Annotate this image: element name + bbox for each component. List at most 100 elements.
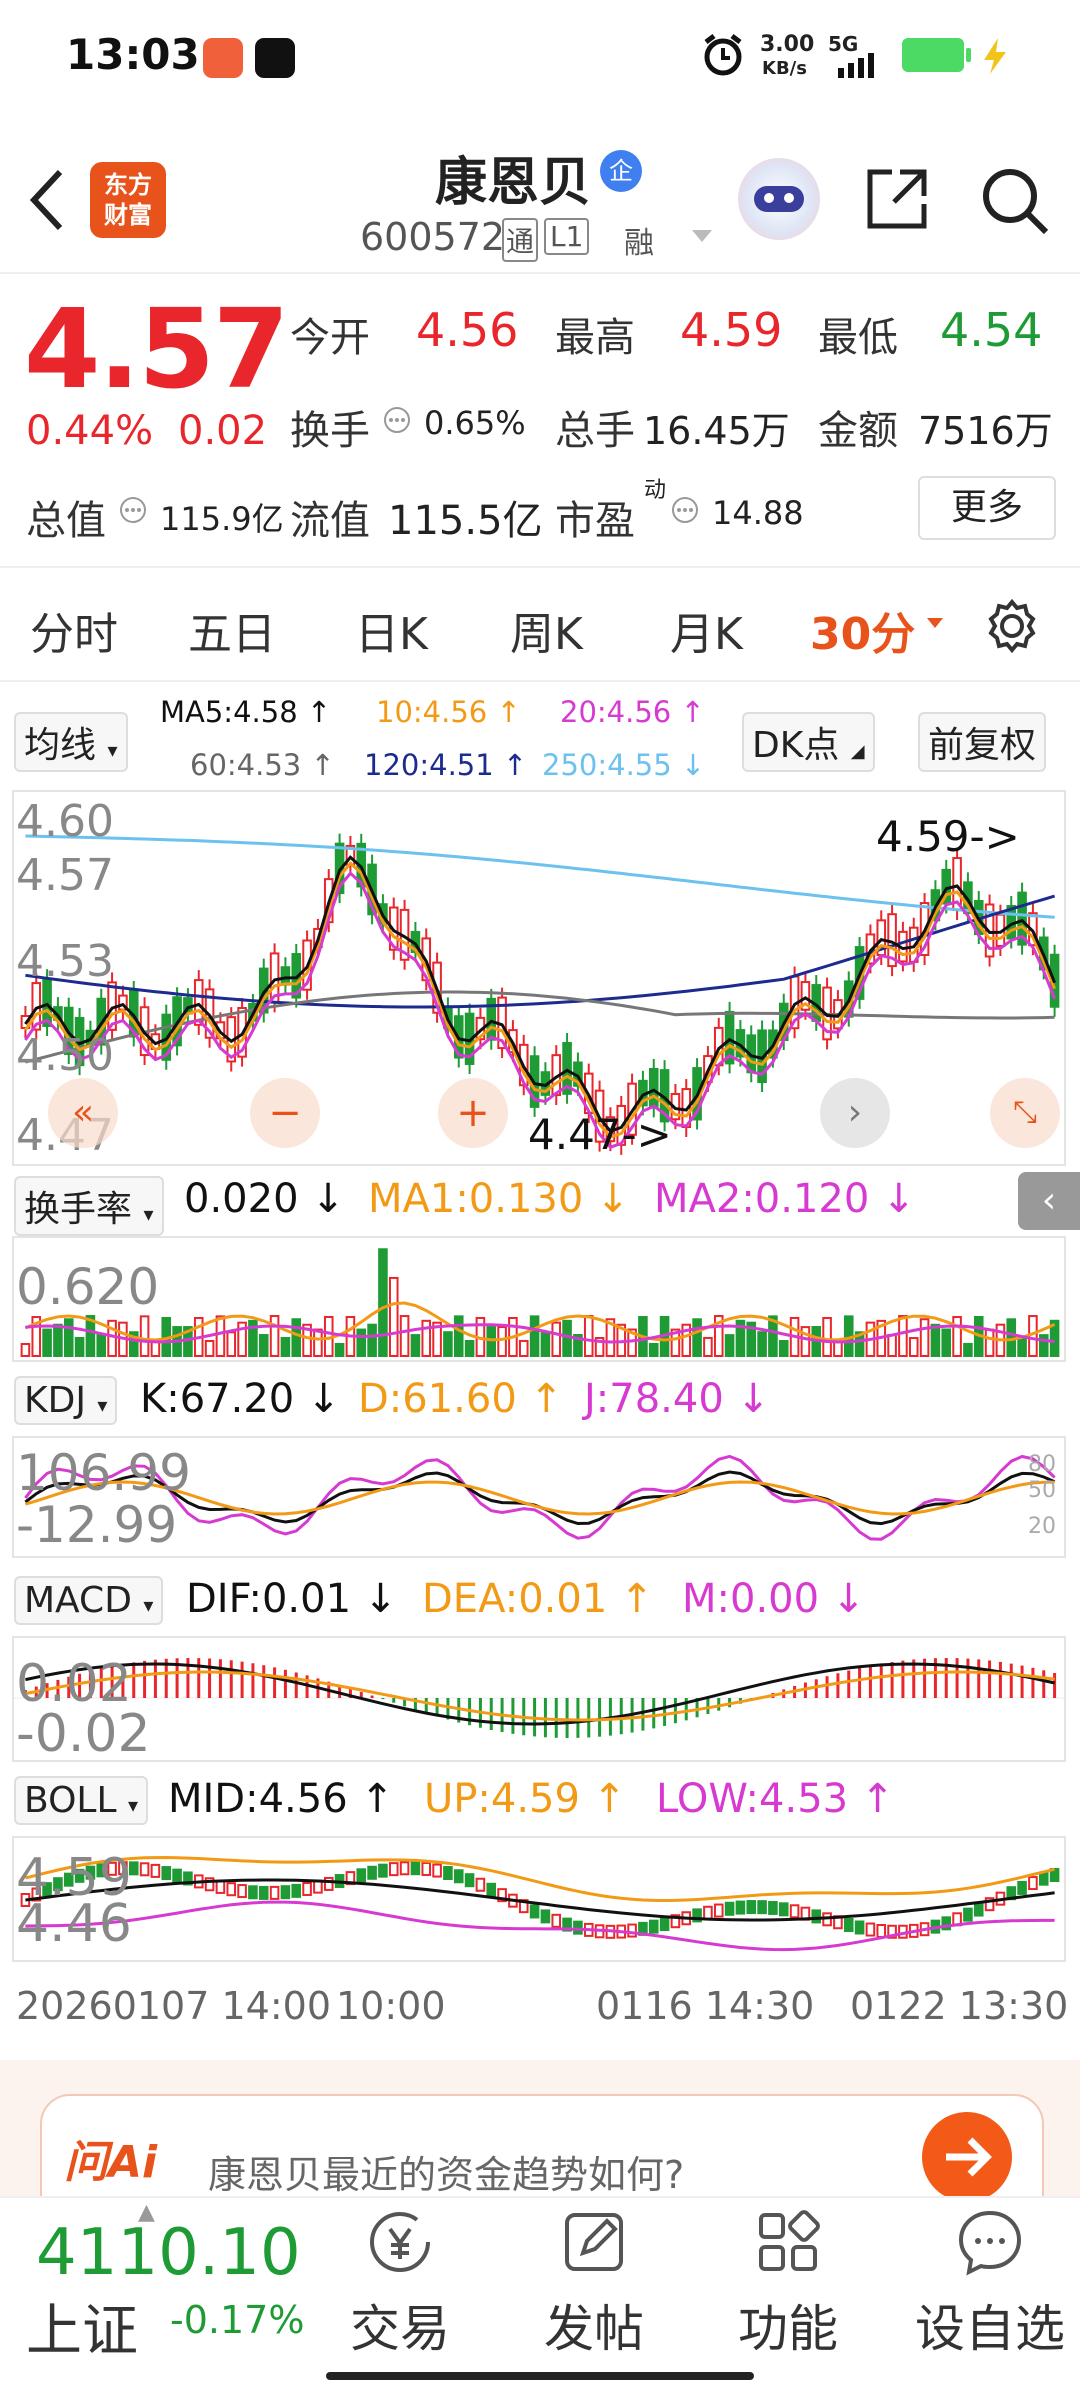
boll-candle: [843, 1918, 854, 1933]
forward-adjust-button[interactable]: 前复权: [918, 712, 1047, 772]
boll-candle: [302, 1881, 312, 1896]
turnover-bar: [42, 1328, 52, 1358]
boll-candle: [226, 1882, 237, 1897]
logo-text-2: 财富: [104, 201, 152, 229]
turnover-bar: [822, 1317, 832, 1357]
turnover-ma2: MA2:0.120 ↓: [654, 1176, 916, 1222]
kdj-d: D:61.60 ↑: [358, 1376, 564, 1422]
macd-chart[interactable]: 0.02 -0.02: [12, 1636, 1066, 1764]
battery-tip: [966, 48, 971, 62]
boll-candle: [323, 1876, 334, 1891]
turnover-bar: [703, 1336, 713, 1357]
tab-intraday[interactable]: 分时: [30, 598, 118, 662]
boll-chart[interactable]: 4.59 4.46: [12, 1836, 1066, 1962]
kdj-selector[interactable]: KDJ ▾: [14, 1376, 118, 1425]
kline-chart[interactable]: 4.60 4.57 4.53 4.50 4.47 4.59-> 4.47-> «…: [12, 790, 1066, 1166]
more-button[interactable]: 更多: [918, 476, 1056, 540]
tab-weekly-k[interactable]: 周K: [510, 598, 583, 662]
macd-selector[interactable]: MACD ▾: [14, 1576, 164, 1625]
tab-five-day[interactable]: 五日: [188, 598, 276, 662]
macd-selector-label: MACD: [24, 1580, 132, 1621]
boll-mid: MID:4.56 ↑: [168, 1776, 394, 1822]
tab-daily-k[interactable]: 日K: [355, 598, 428, 662]
ai-logo: 问Ai: [64, 2137, 158, 2188]
info-icon[interactable]: [382, 405, 412, 435]
collapse-side-button[interactable]: ‹: [1018, 1172, 1080, 1230]
boll-candle: [627, 1923, 637, 1938]
tag-l1: L1: [544, 218, 590, 255]
zoom-in-button[interactable]: +: [438, 1078, 508, 1148]
boll-candle: [854, 1920, 865, 1935]
current-price: 4.57: [24, 285, 289, 413]
boll-candle: [551, 1913, 562, 1928]
nav-add-watchlist[interactable]: 设自选: [910, 2205, 1070, 2361]
boll-candle: [150, 1863, 161, 1878]
turnover-bar: [1017, 1336, 1027, 1357]
turnover-bar: [930, 1323, 941, 1358]
float-cap-label: 流值: [290, 498, 370, 544]
nav-trade[interactable]: 交易: [330, 2205, 470, 2361]
scroll-right-button[interactable]: ›: [820, 1078, 890, 1148]
boll-candle: [1028, 1876, 1038, 1891]
boll-candle: [258, 1885, 269, 1900]
ma-selector[interactable]: 均线 ▾: [14, 712, 128, 772]
net-speed-unit: KB/s: [762, 58, 807, 79]
back-icon[interactable]: [26, 168, 68, 232]
apps-grid-icon: [759, 2210, 820, 2271]
nav-post[interactable]: 发帖: [524, 2205, 664, 2361]
nav-post-label: 发帖: [544, 2300, 644, 2358]
settings-gear-icon[interactable]: [982, 596, 1042, 656]
turnover-bar: [410, 1334, 421, 1358]
eastmoney-logo[interactable]: 东方 财富: [90, 162, 166, 238]
volume-value: 16.45万: [643, 409, 790, 453]
turnover-bar: [919, 1318, 930, 1357]
home-indicator: [326, 2372, 754, 2380]
index-name[interactable]: 上证: [26, 2286, 138, 2367]
kdj-chart[interactable]: 106.99 -12.99 80 50 20: [12, 1436, 1066, 1558]
turnover-bar: [963, 1342, 973, 1357]
turnover-selector[interactable]: 换手率 ▾: [14, 1176, 164, 1236]
boll-candle: [139, 1862, 150, 1877]
boll-candle: [432, 1863, 442, 1878]
nav-trade-label: 交易: [350, 2300, 450, 2358]
pe-label: 市盈: [555, 498, 635, 544]
info-icon[interactable]: [118, 495, 148, 525]
dk-point-button[interactable]: DK点 ◢: [742, 712, 875, 772]
kdj-j: J:78.40 ↓: [584, 1376, 771, 1422]
nav-functions-label: 功能: [738, 2300, 838, 2358]
ma10-value: 10:4.56 ↑: [376, 695, 521, 729]
boll-candle: [388, 1862, 399, 1877]
share-icon[interactable]: [864, 166, 930, 232]
kdj-k: K:67.20 ↓: [140, 1376, 341, 1422]
index-value[interactable]: 4110.10: [36, 2216, 301, 2290]
fullscreen-button[interactable]: ⤡: [990, 1078, 1060, 1148]
scroll-left-button[interactable]: «: [48, 1078, 118, 1148]
ai-question-bar[interactable]: 问Ai 康恩贝最近的资金趋势如何?: [40, 2094, 1044, 2208]
tab-30-minute[interactable]: 30分: [810, 598, 915, 662]
search-icon[interactable]: [980, 166, 1050, 236]
boll-candle: [269, 1885, 280, 1900]
caret-down-icon[interactable]: [926, 616, 944, 630]
nav-add-watchlist-label: 设自选: [915, 2300, 1065, 2358]
quote-divider: [0, 566, 1080, 568]
robot-assistant-icon[interactable]: [738, 158, 820, 240]
turnover-bar: [367, 1323, 377, 1357]
boll-selector[interactable]: BOLL ▾: [14, 1776, 149, 1825]
nav-functions[interactable]: 功能: [718, 2205, 858, 2361]
turnover-chart[interactable]: 0.620: [12, 1236, 1066, 1362]
boll-candle: [291, 1883, 302, 1898]
chevron-down-icon[interactable]: [690, 228, 714, 244]
tab-monthly-k[interactable]: 月K: [670, 598, 743, 662]
signal-icon: [838, 53, 874, 78]
turnover-bar: [887, 1333, 897, 1358]
turnover-bar: [378, 1248, 388, 1357]
low-value: 4.54: [940, 303, 1043, 357]
turnover-bar: [313, 1328, 323, 1357]
charging-icon: [984, 38, 1006, 74]
turnover-bar: [258, 1334, 269, 1357]
boll-candle: [963, 1907, 973, 1922]
zoom-out-button[interactable]: −: [250, 1078, 320, 1148]
ai-go-button[interactable]: [922, 2112, 1012, 2202]
info-icon[interactable]: [670, 495, 700, 525]
boll-candle: [1038, 1871, 1049, 1886]
